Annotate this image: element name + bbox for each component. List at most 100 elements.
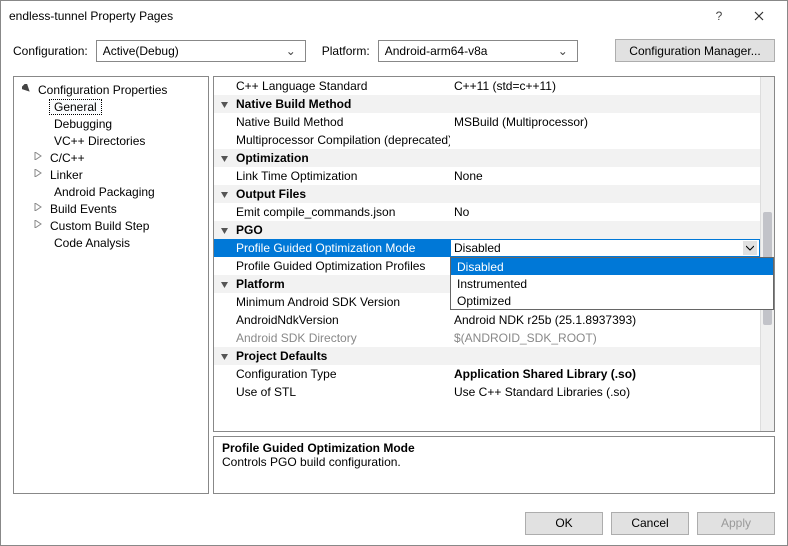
collapse-icon[interactable] [214,185,234,203]
property-value[interactable]: Disabled [450,239,760,257]
grid-row[interactable]: Configuration TypeApplication Shared Lib… [214,365,760,383]
grid-group-header[interactable]: Optimization [214,149,760,167]
property-value[interactable]: $(ANDROID_SDK_ROOT) [450,329,760,347]
property-name: C++ Language Standard [234,77,450,95]
close-button[interactable] [739,2,779,30]
blank [214,293,234,311]
property-name: Native Build Method [234,95,760,113]
main-area: Configuration Properties General Debuggi… [1,76,787,494]
grid-row[interactable]: Native Build MethodMSBuild (Multiprocess… [214,113,760,131]
collapse-icon[interactable] [214,95,234,113]
property-value[interactable]: No [450,203,760,221]
help-button[interactable]: ? [699,2,739,30]
property-name: Profile Guided Optimization Profiles [234,257,450,275]
blank [214,383,234,401]
property-value[interactable]: MSBuild (Multiprocessor) [450,113,760,131]
property-name: Native Build Method [234,113,450,131]
close-icon [754,11,764,21]
configuration-manager-button[interactable]: Configuration Manager... [615,39,775,62]
property-name: Emit compile_commands.json [234,203,450,221]
dropdown-option[interactable]: Instrumented [451,275,773,292]
grid-row[interactable]: Multiprocessor Compilation (deprecated) [214,131,760,149]
blank [214,329,234,347]
nav-tree[interactable]: Configuration Properties General Debuggi… [13,76,209,494]
collapse-icon[interactable] [214,221,234,239]
grid-row[interactable]: AndroidNdkVersionAndroid NDK r25b (25.1.… [214,311,760,329]
collapse-icon[interactable] [214,347,234,365]
blank [214,113,234,131]
property-name: AndroidNdkVersion [234,311,450,329]
tree-item-vcpp-directories[interactable]: VC++ Directories [14,132,208,149]
collapse-icon[interactable] [20,84,32,96]
blank [214,239,234,257]
property-value[interactable]: None [450,167,760,185]
blank [214,257,234,275]
property-name: Android SDK Directory [234,329,450,347]
tree-item-code-analysis[interactable]: Code Analysis [14,234,208,251]
platform-combo[interactable]: Android-arm64-v8a ⌄ [378,40,578,62]
property-value[interactable]: Use C++ Standard Libraries (.so) [450,383,760,401]
property-name: Output Files [234,185,760,203]
expand-icon[interactable] [32,169,44,180]
grid-row[interactable]: Profile Guided Optimization ModeDisabled [214,239,760,257]
chevron-down-icon[interactable] [742,240,758,256]
property-name: Use of STL [234,383,450,401]
tree-item-custom-build-step[interactable]: Custom Build Step [14,217,208,234]
tree-item-debugging[interactable]: Debugging [14,115,208,132]
description-title: Profile Guided Optimization Mode [222,441,766,455]
property-name: Optimization [234,149,760,167]
grid-row[interactable]: Android SDK Directory$(ANDROID_SDK_ROOT) [214,329,760,347]
tree-item-ccpp[interactable]: C/C++ [14,149,208,166]
expand-icon[interactable] [32,220,44,231]
scrollbar-vertical[interactable] [760,77,774,431]
grid-group-header[interactable]: Native Build Method [214,95,760,113]
ok-button[interactable]: OK [525,512,603,535]
dropdown-option[interactable]: Optimized [451,292,773,309]
grid-row[interactable]: Use of STLUse C++ Standard Libraries (.s… [214,383,760,401]
blank [214,131,234,149]
configuration-label: Configuration: [13,44,88,58]
description-body: Controls PGO build configuration. [222,455,766,469]
grid-row[interactable]: Link Time OptimizationNone [214,167,760,185]
grid-group-header[interactable]: Output Files [214,185,760,203]
grid-group-header[interactable]: PGO [214,221,760,239]
collapse-icon[interactable] [214,275,234,293]
blank [214,365,234,383]
property-value[interactable] [450,131,760,149]
collapse-icon[interactable] [214,149,234,167]
grid-group-header[interactable]: Project Defaults [214,347,760,365]
expand-icon[interactable] [32,152,44,163]
platform-label: Platform: [322,44,370,58]
grid-row[interactable]: C++ Language StandardC++11 (std=c++11) [214,77,760,95]
property-value[interactable]: Application Shared Library (.so) [450,365,760,383]
description-panel: Profile Guided Optimization Mode Control… [213,436,775,494]
dialog-buttons: OK Cancel Apply [1,501,787,545]
property-name: Profile Guided Optimization Mode [234,239,450,257]
tree-item-linker[interactable]: Linker [14,166,208,183]
tree-item-general[interactable]: General [14,98,208,115]
apply-button[interactable]: Apply [697,512,775,535]
blank [214,203,234,221]
property-value[interactable]: C++11 (std=c++11) [450,77,760,95]
property-grid[interactable]: C++ Language StandardC++11 (std=c++11)Na… [213,76,775,432]
blank [214,77,234,95]
dropdown-option[interactable]: Disabled [451,258,773,275]
property-value[interactable]: Android NDK r25b (25.1.8937393) [450,311,760,329]
property-name: PGO [234,221,760,239]
expand-icon[interactable] [32,203,44,214]
configuration-combo[interactable]: Active(Debug) ⌄ [96,40,306,62]
config-platform-row: Configuration: Active(Debug) ⌄ Platform:… [1,31,787,76]
blank [214,311,234,329]
cancel-button[interactable]: Cancel [611,512,689,535]
pgo-mode-dropdown[interactable]: DisabledInstrumentedOptimized [450,257,774,310]
tree-item-build-events[interactable]: Build Events [14,200,208,217]
titlebar: endless-tunnel Property Pages ? [1,1,787,31]
configuration-value: Active(Debug) [103,44,179,58]
window-title: endless-tunnel Property Pages [9,9,699,23]
tree-item-android-packaging[interactable]: Android Packaging [14,183,208,200]
property-name: Link Time Optimization [234,167,450,185]
property-name: Minimum Android SDK Version [234,293,450,311]
tree-root[interactable]: Configuration Properties [14,81,208,98]
grid-row[interactable]: Emit compile_commands.jsonNo [214,203,760,221]
blank [214,167,234,185]
